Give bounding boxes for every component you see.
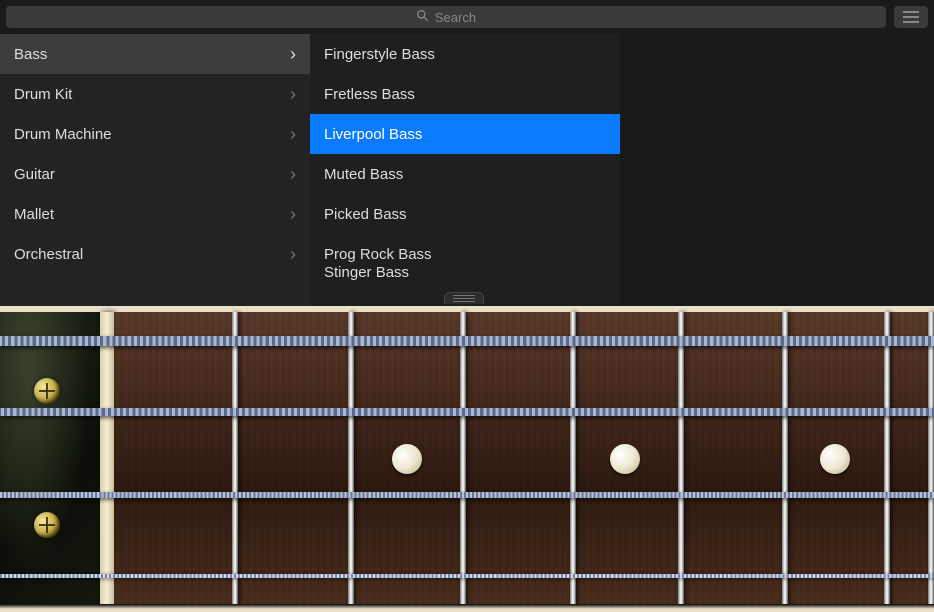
fret xyxy=(460,312,466,606)
fret xyxy=(782,312,788,606)
bass-string-a[interactable] xyxy=(0,408,934,416)
preset-label: Fretless Bass xyxy=(324,86,606,103)
bass-string-e[interactable] xyxy=(0,336,934,346)
search-placeholder: Search xyxy=(435,10,476,25)
fret-inlay xyxy=(820,444,850,474)
category-item-drum-machine[interactable]: Drum Machine › xyxy=(0,114,310,154)
fret-inlay xyxy=(392,444,422,474)
category-item-guitar[interactable]: Guitar › xyxy=(0,154,310,194)
preset-item[interactable]: Stinger Bass xyxy=(310,274,620,294)
preset-column: Fingerstyle Bass Fretless Bass Liverpool… xyxy=(310,34,620,306)
fret xyxy=(884,312,890,606)
nut xyxy=(100,312,114,606)
fret-inlay xyxy=(610,444,640,474)
search-input[interactable]: Search xyxy=(6,6,886,28)
category-label: Guitar xyxy=(14,166,290,183)
chevron-right-icon: › xyxy=(290,204,296,225)
menu-button[interactable] xyxy=(894,6,928,28)
fret xyxy=(232,312,238,606)
sound-browser: Bass › Drum Kit › Drum Machine › Guitar … xyxy=(0,34,934,306)
category-label: Mallet xyxy=(14,206,290,223)
preset-item[interactable]: Fingerstyle Bass xyxy=(310,34,620,74)
preset-label: Prog Rock Bass xyxy=(324,246,606,263)
category-item-orchestral[interactable]: Orchestral › xyxy=(0,234,310,274)
preset-item-selected[interactable]: Liverpool Bass xyxy=(310,114,620,154)
category-label: Drum Machine xyxy=(14,126,290,143)
bass-string-g[interactable] xyxy=(0,574,934,578)
category-label: Bass xyxy=(14,46,290,63)
category-item-bass[interactable]: Bass › xyxy=(0,34,310,74)
panel-drag-handle[interactable] xyxy=(444,292,484,304)
bottom-trim xyxy=(0,604,934,612)
chevron-right-icon: › xyxy=(290,84,296,105)
category-item-drum-kit[interactable]: Drum Kit › xyxy=(0,74,310,114)
detail-column xyxy=(620,34,934,306)
preset-label: Muted Bass xyxy=(324,166,606,183)
category-label: Orchestral xyxy=(14,246,290,263)
preset-label: Stinger Bass xyxy=(324,264,606,281)
fret xyxy=(348,312,354,606)
preset-item[interactable]: Fretless Bass xyxy=(310,74,620,114)
fret xyxy=(570,312,576,606)
search-icon xyxy=(416,9,429,25)
chevron-right-icon: › xyxy=(290,244,296,265)
headstock xyxy=(0,312,100,606)
tuning-screw xyxy=(34,378,60,404)
preset-label: Liverpool Bass xyxy=(324,126,606,143)
preset-label: Fingerstyle Bass xyxy=(324,46,606,63)
app-root: Search Bass › Drum Kit › Drum Machine › … xyxy=(0,0,934,612)
chevron-right-icon: › xyxy=(290,44,296,65)
tuning-screw xyxy=(34,512,60,538)
fret xyxy=(678,312,684,606)
chevron-right-icon: › xyxy=(290,124,296,145)
preset-item[interactable]: Muted Bass xyxy=(310,154,620,194)
preset-item[interactable]: Picked Bass xyxy=(310,194,620,234)
category-label: Drum Kit xyxy=(14,86,290,103)
category-column: Bass › Drum Kit › Drum Machine › Guitar … xyxy=(0,34,310,306)
bass-string-d[interactable] xyxy=(0,492,934,498)
chevron-right-icon: › xyxy=(290,164,296,185)
preset-label: Picked Bass xyxy=(324,206,606,223)
bass-fretboard[interactable] xyxy=(0,306,934,612)
fret xyxy=(928,312,934,606)
category-item-mallet[interactable]: Mallet › xyxy=(0,194,310,234)
